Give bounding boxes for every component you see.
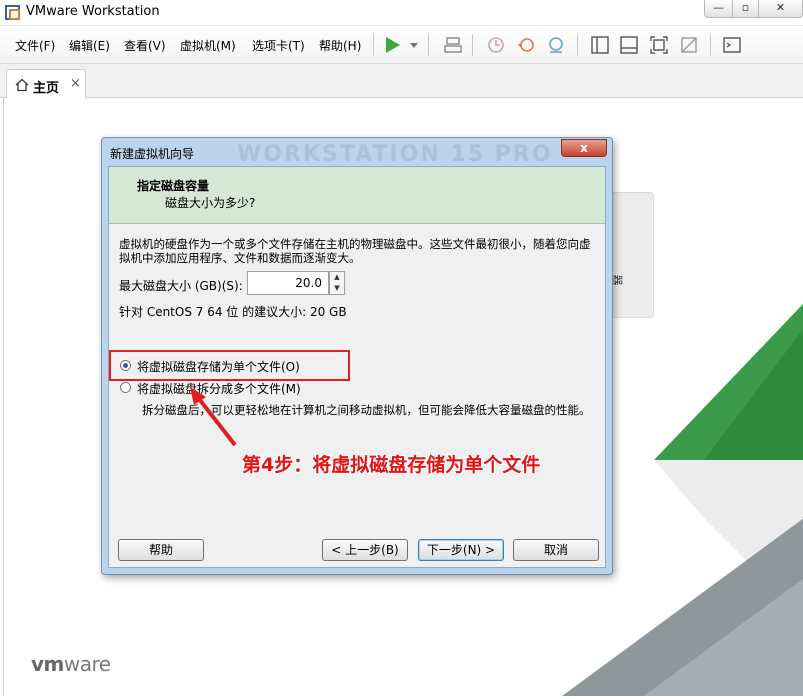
vmware-logo: vmware: [31, 652, 111, 676]
toolbar-separator: [577, 34, 578, 56]
maximize-button[interactable]: ▫: [732, 0, 759, 18]
menu-file[interactable]: 文件(F): [15, 37, 55, 54]
unity-icon[interactable]: [679, 35, 699, 55]
toolbar-separator: [373, 34, 374, 56]
wizard-header-title: 指定磁盘容量: [137, 179, 210, 193]
menu-toolbar: 文件(F) 编辑(E) 查看(V) 虚拟机(M) 选项卡(T) 帮助(H): [0, 26, 803, 64]
show-library-icon[interactable]: [590, 35, 610, 55]
split-multiple-files-radio[interactable]: [120, 382, 131, 393]
menu-view[interactable]: 查看(V): [124, 37, 166, 54]
power-on-icon[interactable]: [386, 37, 400, 53]
disk-size-stepper[interactable]: ▲ ▼: [329, 271, 345, 295]
menu-tabs[interactable]: 选项卡(T): [252, 37, 305, 54]
revert-snapshot-icon[interactable]: [516, 35, 536, 55]
stepper-down-icon[interactable]: ▼: [330, 283, 344, 294]
annotation-step-text: 第4步：将虚拟磁盘存储为单个文件: [242, 454, 541, 476]
help-button[interactable]: 帮助: [118, 539, 204, 561]
dialog-watermark: WORKSTATION 15 PRO: [237, 142, 553, 167]
disk-description: 虚拟机的硬盘作为一个或多个文件存储在主机的物理磁盘中。这些文件最初很小，随着您向…: [119, 237, 591, 265]
tab-home-label: 主页: [33, 81, 60, 96]
send-ctrl-alt-del-icon[interactable]: [443, 35, 463, 55]
max-disk-size-label: 最大磁盘大小 (GB)(S):: [119, 279, 243, 293]
menu-edit[interactable]: 编辑(E): [69, 37, 110, 54]
annotation-highlight-box: [109, 350, 350, 381]
snapshot-manager-icon[interactable]: [546, 35, 566, 55]
close-window-button[interactable]: ✕: [758, 0, 803, 18]
max-disk-size-input[interactable]: [247, 271, 329, 295]
toolbar-separator: [710, 34, 711, 56]
stepper-up-icon[interactable]: ▲: [330, 272, 344, 283]
tab-home[interactable]: 主页 ×: [6, 69, 86, 99]
back-button[interactable]: < 上一步(B): [322, 539, 408, 561]
wizard-header: 指定磁盘容量 磁盘大小为多少?: [109, 167, 605, 224]
dialog-title: 新建虚拟机向导: [110, 147, 195, 161]
annotation-arrow-icon: [190, 387, 237, 447]
menu-help[interactable]: 帮助(H): [319, 37, 361, 54]
wizard-header-subtitle: 磁盘大小为多少?: [165, 196, 256, 210]
home-icon: [15, 78, 29, 92]
toolbar-separator: [472, 34, 473, 56]
full-screen-icon[interactable]: [649, 35, 669, 55]
title-bar: VMware Workstation — ▫ ✕: [0, 0, 803, 26]
power-dropdown-icon[interactable]: [410, 43, 418, 48]
window-title: VMware Workstation: [26, 4, 160, 19]
snapshot-icon[interactable]: [486, 35, 506, 55]
vmware-app-icon: [5, 5, 20, 20]
recommended-size-text: 针对 CentOS 7 64 位 的建议大小: 20 GB: [119, 305, 347, 319]
menu-vm[interactable]: 虚拟机(M): [180, 37, 236, 54]
dialog-close-button[interactable]: x: [561, 139, 607, 157]
cancel-button[interactable]: 取消: [513, 539, 599, 561]
thumbnail-bar-icon[interactable]: [619, 35, 639, 55]
tab-strip: 主页 ×: [0, 64, 803, 99]
console-view-icon[interactable]: [722, 35, 742, 55]
toolbar-separator: [428, 34, 429, 56]
next-button[interactable]: 下一步(N) >: [418, 539, 504, 561]
tab-close-icon[interactable]: ×: [70, 76, 81, 91]
minimize-button[interactable]: —: [704, 0, 733, 18]
